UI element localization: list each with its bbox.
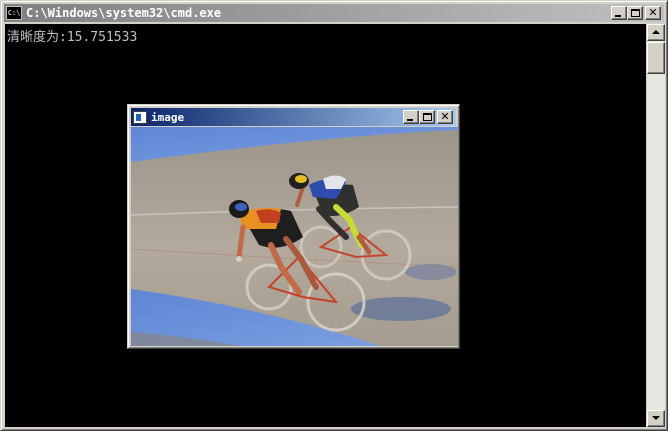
image-caption-buttons: ✕ (403, 110, 453, 124)
console-vertical-scrollbar[interactable] (647, 24, 665, 427)
image-window-app-icon[interactable] (133, 110, 147, 124)
scroll-thumb[interactable] (647, 42, 665, 74)
image-window: image ✕ (127, 104, 460, 349)
velodrome-scene (131, 127, 458, 346)
rider-shadow (405, 264, 457, 280)
arrow-up-icon (652, 30, 660, 34)
console-minimize-button[interactable] (611, 6, 627, 20)
maximize-icon (423, 113, 432, 121)
scroll-down-button[interactable] (647, 410, 665, 427)
console-output-line: 清晰度为:15.751533 (7, 30, 138, 45)
minimize-icon (615, 15, 621, 17)
image-minimize-button[interactable] (403, 110, 419, 124)
image-window-titlebar[interactable]: image ✕ (131, 108, 456, 126)
cmd-icon[interactable]: C:\ (6, 6, 22, 20)
console-titlebar[interactable]: C:\ C:\Windows\system32\cmd.exe ✕ (4, 4, 664, 22)
close-icon: ✕ (440, 110, 450, 123)
cyclists-photo (131, 127, 458, 346)
maximize-icon (631, 9, 640, 17)
image-window-title: image (151, 110, 185, 124)
console-close-button[interactable]: ✕ (645, 6, 661, 20)
image-maximize-button[interactable] (419, 110, 435, 124)
rider-shadow (351, 297, 451, 321)
image-close-button[interactable]: ✕ (437, 110, 453, 124)
close-icon: ✕ (648, 6, 658, 19)
minimize-icon (407, 119, 413, 121)
scroll-up-button[interactable] (647, 24, 665, 41)
console-maximize-button[interactable] (627, 6, 643, 20)
console-window-title: C:\Windows\system32\cmd.exe (26, 6, 222, 20)
console-caption-buttons: ✕ (611, 6, 661, 20)
arrow-down-icon (652, 416, 660, 420)
